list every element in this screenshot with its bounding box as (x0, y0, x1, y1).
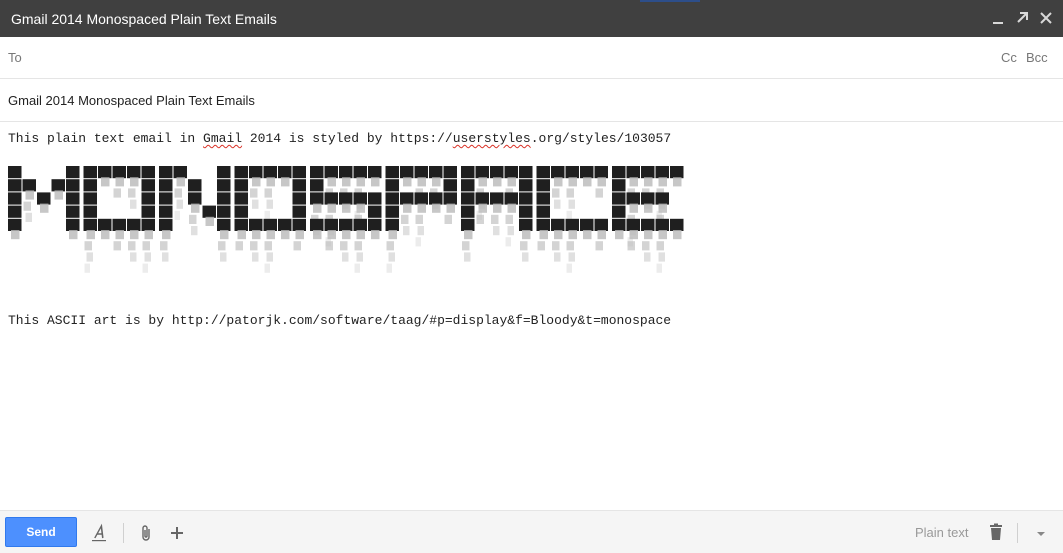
subject-text: Gmail 2014 Monospaced Plain Text Emails (8, 93, 255, 108)
ascii-letter (536, 166, 608, 273)
top-accent-bar (640, 0, 700, 2)
to-row: To Cc Bcc (0, 37, 1063, 79)
ascii-letter (83, 166, 155, 273)
minimize-icon[interactable] (989, 9, 1007, 27)
bcc-link[interactable]: Bcc (1026, 50, 1048, 65)
compose-toolbar: Send Plain text (0, 510, 1063, 553)
plain-text-mode[interactable]: Plain text (915, 525, 968, 540)
message-body[interactable]: This plain text email in Gmail 2014 is s… (0, 122, 1063, 510)
ascii-letter (310, 166, 382, 273)
paperclip-icon[interactable] (137, 523, 157, 543)
to-label: To (8, 50, 22, 65)
send-button[interactable]: Send (5, 517, 77, 547)
url-suffix: .org/styles/103057 (530, 131, 672, 146)
close-icon[interactable] (1037, 9, 1055, 27)
body-line-ascii-credit: This ASCII art is by http://patorjk.com/… (8, 313, 672, 328)
url-scheme: https (390, 131, 430, 146)
cc-link[interactable]: Cc (1001, 50, 1017, 65)
ascii-letter (234, 166, 306, 273)
spellcheck-word-userstyles: userstyles (452, 131, 531, 146)
toolbar-separator (1017, 523, 1018, 543)
to-input[interactable] (30, 45, 974, 71)
body-text-prefix: This plain text email in (8, 131, 204, 146)
chevron-down-icon[interactable] (1033, 523, 1049, 543)
subject-field[interactable]: Gmail 2014 Monospaced Plain Text Emails (0, 79, 1063, 122)
spellcheck-word-gmail: Gmail (203, 131, 243, 146)
ascii-letter (612, 166, 684, 273)
formatting-icon[interactable] (89, 523, 109, 543)
compose-title-bar[interactable]: Gmail 2014 Monospaced Plain Text Emails (0, 0, 1063, 37)
ascii-letter (461, 166, 533, 262)
trash-icon[interactable] (986, 522, 1006, 542)
ascii-letter (385, 166, 457, 273)
body-line-styled-by: This plain text email in Gmail 2014 is s… (8, 131, 671, 147)
ascii-art-monospace (8, 166, 684, 273)
compose-title: Gmail 2014 Monospaced Plain Text Emails (11, 11, 277, 27)
popout-icon[interactable] (1013, 9, 1031, 27)
url-separator: :// (429, 131, 453, 146)
ascii-letter (8, 166, 80, 240)
ascii-letter (159, 166, 231, 262)
body-text-middle: 2014 is styled by (242, 131, 391, 146)
toolbar-separator (123, 523, 124, 543)
plus-icon[interactable] (167, 523, 187, 543)
compose-window: Gmail 2014 Monospaced Plain Text Emails … (0, 0, 1063, 553)
